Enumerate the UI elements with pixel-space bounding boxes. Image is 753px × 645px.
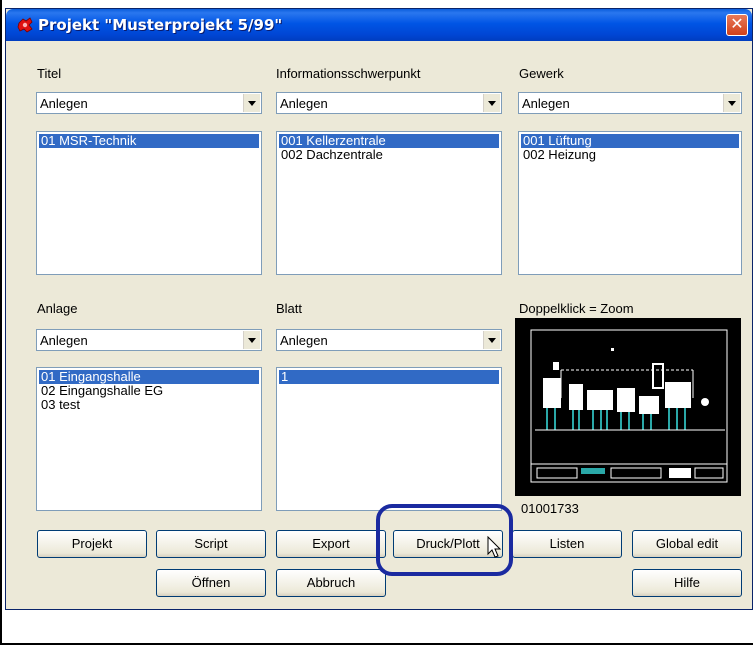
combo-informationsschwerpunkt[interactable]: Anlegen: [276, 92, 502, 114]
label-titel: Titel: [37, 66, 62, 81]
abbruch-button[interactable]: Abbruch: [276, 569, 386, 597]
frame-left-line: [0, 0, 2, 645]
combo-titel[interactable]: Anlegen: [36, 92, 262, 114]
list-informationsschwerpunkt[interactable]: 001 Kellerzentrale 002 Dachzentrale: [276, 131, 502, 275]
chevron-down-icon[interactable]: [483, 331, 500, 349]
listen-button[interactable]: Listen: [512, 530, 622, 558]
list-item[interactable]: 001 Kellerzentrale: [279, 134, 499, 148]
oeffnen-button[interactable]: Öffnen: [156, 569, 266, 597]
combo-anlage[interactable]: Anlegen: [36, 329, 262, 351]
list-item[interactable]: 01 MSR-Technik: [39, 134, 259, 148]
list-item[interactable]: 1: [279, 370, 499, 384]
combo-informationsschwerpunkt-value: Anlegen: [280, 96, 328, 111]
list-titel[interactable]: 01 MSR-Technik: [36, 131, 262, 275]
export-button[interactable]: Export: [276, 530, 386, 558]
list-item[interactable]: 002 Dachzentrale: [279, 148, 499, 162]
chevron-down-icon[interactable]: [243, 94, 260, 112]
hilfe-button[interactable]: Hilfe: [632, 569, 742, 597]
label-informationsschwerpunkt: Informationsschwerpunkt: [276, 66, 421, 81]
label-gewerk: Gewerk: [519, 66, 564, 81]
projekt-button[interactable]: Projekt: [37, 530, 147, 558]
list-item[interactable]: 03 test: [39, 398, 259, 412]
global-edit-button[interactable]: Global edit: [632, 530, 742, 558]
combo-blatt[interactable]: Anlegen: [276, 329, 502, 351]
combo-gewerk[interactable]: Anlegen: [518, 92, 742, 114]
label-blatt: Blatt: [276, 301, 303, 316]
mouse-pointer-icon: [487, 536, 502, 558]
combo-gewerk-value: Anlegen: [522, 96, 570, 111]
title-bar[interactable]: Projekt "Musterprojekt 5/99" ✕: [6, 9, 752, 41]
combo-titel-value: Anlegen: [40, 96, 88, 111]
close-button[interactable]: ✕: [726, 14, 748, 36]
preview-label: Doppelklick = Zoom: [519, 301, 634, 316]
list-gewerk[interactable]: 001 Lüftung 002 Heizung: [518, 131, 742, 275]
list-anlage[interactable]: 01 Eingangshalle 02 Eingangshalle EG 03 …: [36, 367, 262, 511]
list-item[interactable]: 002 Heizung: [521, 148, 739, 162]
drawing-number: 01001733: [521, 501, 579, 516]
chevron-down-icon[interactable]: [243, 331, 260, 349]
label-anlage: Anlage: [37, 301, 78, 316]
combo-blatt-value: Anlegen: [280, 333, 328, 348]
drawing-preview[interactable]: [515, 318, 741, 496]
list-item[interactable]: 001 Lüftung: [521, 134, 739, 148]
chevron-down-icon[interactable]: [723, 94, 740, 112]
list-blatt[interactable]: 1: [276, 367, 502, 511]
schematic-thumbnail: [530, 329, 728, 483]
window-title: Projekt "Musterprojekt 5/99": [38, 16, 283, 34]
script-button[interactable]: Script: [156, 530, 266, 558]
app-icon: [17, 17, 33, 33]
combo-anlage-value: Anlegen: [40, 333, 88, 348]
list-item[interactable]: 01 Eingangshalle: [39, 370, 259, 384]
close-icon: ✕: [730, 16, 744, 33]
chevron-down-icon[interactable]: [483, 94, 500, 112]
list-item[interactable]: 02 Eingangshalle EG: [39, 384, 259, 398]
